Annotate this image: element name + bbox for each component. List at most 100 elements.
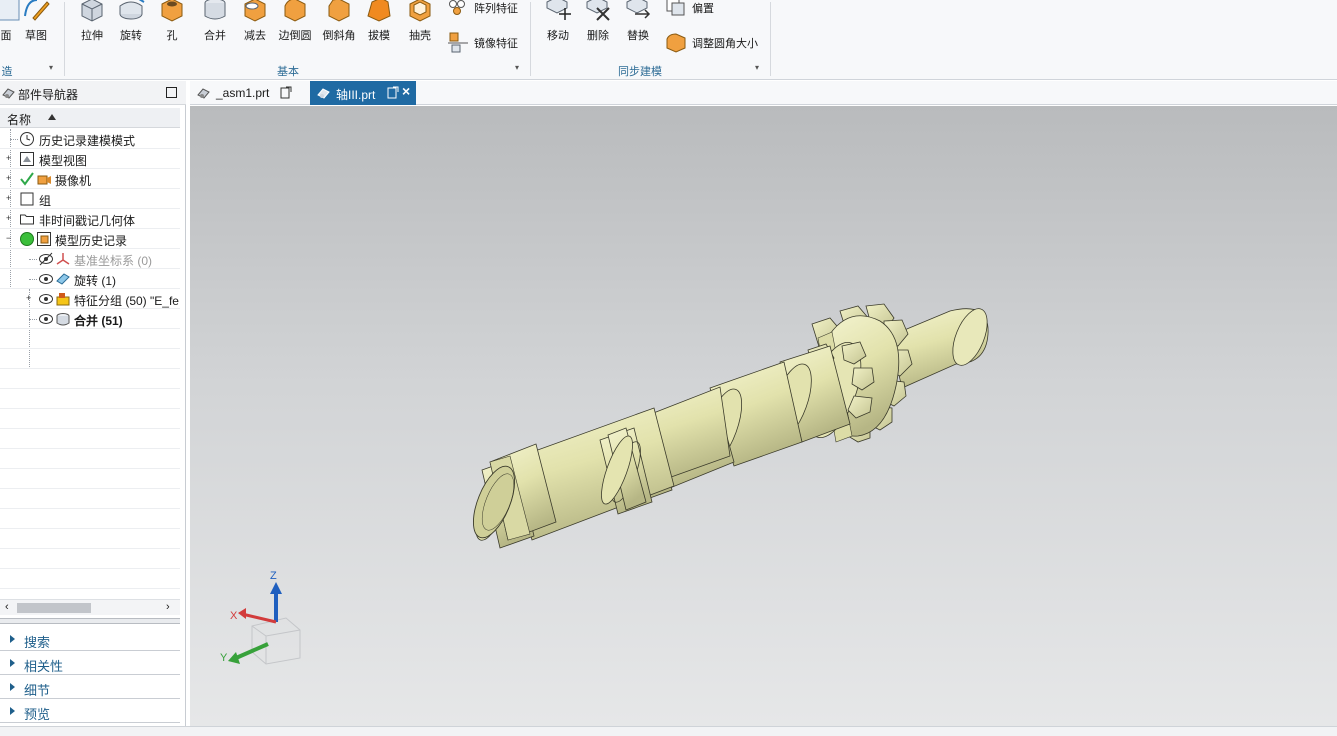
x-axis-arrow — [241, 612, 277, 624]
tree-label: 模型视图 — [39, 154, 88, 168]
move-icon — [546, 0, 571, 20]
sketch-icon — [24, 0, 50, 21]
tree-label: 历史记录建模模式 — [39, 134, 136, 148]
expand-triangle-icon — [10, 659, 15, 667]
sync-group-more-icon[interactable]: ▾ — [755, 63, 759, 72]
tree-row-history-mode[interactable]: 历史记录建模模式 — [0, 129, 180, 149]
tree-label: 特征分组 (50) "E_fe — [74, 294, 179, 308]
shell-tool[interactable]: 抽壳 — [400, 0, 440, 50]
status-bar — [0, 726, 1337, 736]
tree-row-datum-csys[interactable]: 基准坐标系 (0) — [0, 249, 180, 269]
tree-label: 组 — [39, 194, 52, 208]
tree-row-unused-geometry[interactable]: + 非时间戳记几何体 — [0, 209, 180, 229]
eye-icon[interactable] — [38, 291, 54, 307]
panel-search[interactable]: 搜索 — [0, 627, 180, 651]
hole-icon — [161, 0, 183, 22]
chamfer-icon — [328, 0, 350, 22]
empty-row — [0, 449, 180, 469]
collapse-icon[interactable]: − — [6, 234, 13, 243]
maximize-icon[interactable] — [166, 87, 177, 98]
active-status-icon — [20, 232, 34, 246]
scroll-left-icon[interactable]: ‹ — [5, 601, 9, 613]
model-canvas[interactable] — [190, 106, 1337, 726]
panel-splitter[interactable] — [0, 618, 180, 624]
tab-label: _asm1.prt — [216, 86, 270, 100]
expand-triangle-icon — [10, 683, 15, 691]
scrollbar-thumb[interactable] — [17, 603, 91, 613]
scroll-right-icon[interactable]: › — [166, 601, 170, 613]
name-column-header[interactable]: 名称 — [0, 108, 180, 128]
tab-asm1[interactable]: _asm1.prt — [190, 81, 302, 105]
expand-icon[interactable]: + — [6, 154, 13, 163]
part-file-icon — [197, 88, 210, 99]
expand-icon[interactable]: + — [6, 214, 13, 223]
revolve-tool[interactable]: 旋转 — [111, 0, 151, 50]
tab-shaft[interactable]: 轴III.prt × — [310, 81, 416, 105]
sketch-tool[interactable]: 草图 — [16, 0, 56, 50]
panel-dependencies[interactable]: 相关性 — [0, 651, 180, 675]
z-axis-label: Z — [270, 570, 277, 582]
tree-row-feature-group[interactable]: + 特征分组 (50) "E_fe — [0, 289, 180, 309]
panel-details[interactable]: 细节 — [0, 675, 180, 699]
empty-row — [0, 569, 180, 589]
basic-group-title: 基本 — [277, 66, 299, 78]
group-more-icon[interactable]: ▾ — [49, 63, 53, 72]
clock-icon — [20, 132, 34, 146]
eye-icon[interactable] — [38, 311, 54, 327]
sync-group-title: 同步建模 — [618, 66, 662, 78]
ribbon: 面 草图 造 ▾ 拉伸 旋转 孔 合并 减去 边倒圆 倒斜角 拔模 抽壳 阵列特… — [0, 0, 1337, 80]
basic-group-more-icon[interactable]: ▾ — [515, 63, 519, 72]
empty-row — [0, 349, 180, 369]
draft-tool[interactable]: 拔模 — [359, 0, 399, 50]
expand-triangle-icon — [10, 635, 15, 643]
shaft-model[interactable] — [440, 303, 994, 549]
navigator-titlebar: 部件导航器 — [0, 81, 186, 105]
tree-label: 模型历史记录 — [55, 234, 128, 248]
tree-row-model-history[interactable]: − 模型历史记录 — [0, 229, 180, 249]
eye-icon[interactable] — [38, 271, 54, 287]
view-triad[interactable] — [228, 582, 301, 665]
hole-tool[interactable]: 孔 — [152, 0, 192, 50]
model-history-icon — [37, 232, 51, 246]
tree-row-revolve[interactable]: 旋转 (1) — [0, 269, 180, 289]
revolve-feature-icon — [56, 273, 70, 285]
modified-icon — [280, 86, 292, 99]
edge-blend-tool[interactable]: 边倒圆 — [275, 0, 315, 50]
group-icon — [20, 192, 34, 206]
ribbon-separator — [770, 2, 771, 76]
horizontal-scrollbar[interactable]: ‹ › — [0, 599, 180, 615]
panel-label: 相关性 — [24, 659, 64, 674]
empty-row — [0, 589, 180, 599]
tree-label: 合并 (51) — [74, 314, 123, 328]
tree-row-model-views[interactable]: + 模型视图 — [0, 149, 180, 169]
camera-icon — [37, 175, 51, 185]
tree-row-cameras[interactable]: + 摄像机 — [0, 169, 180, 189]
empty-row — [0, 329, 180, 349]
subtract-icon — [244, 0, 266, 22]
hidden-eye-icon[interactable] — [38, 251, 54, 267]
document-tabs: _asm1.prt 轴III.prt × — [190, 81, 1337, 105]
resize-blend-icon — [666, 33, 686, 53]
expand-icon[interactable]: + — [26, 294, 33, 303]
group-title-partial: 造 — [1, 66, 13, 78]
close-icon[interactable]: × — [402, 83, 410, 99]
empty-row — [0, 369, 180, 389]
graphics-viewport[interactable]: Z X Y — [190, 106, 1337, 726]
ribbon-separator — [64, 2, 65, 76]
empty-row — [0, 489, 180, 509]
tree-row-unite[interactable]: 合并 (51) — [0, 309, 180, 329]
part-navigator-icon — [2, 88, 15, 99]
expand-icon[interactable]: + — [6, 194, 13, 203]
offset-icon — [666, 0, 685, 16]
part-navigator: 部件导航器 名称 历史记录建模模式 + 模型视图 + 摄像机 + 组 + 非时间… — [0, 81, 186, 726]
tree-row-groups[interactable]: + 组 — [0, 189, 180, 209]
panel-label: 细节 — [24, 683, 51, 698]
panel-label: 预览 — [24, 707, 51, 722]
empty-row — [0, 509, 180, 529]
replace-tool[interactable]: 替换 — [618, 0, 658, 50]
navigator-title: 部件导航器 — [18, 88, 79, 102]
expand-triangle-icon — [10, 707, 15, 715]
expand-icon[interactable]: + — [6, 174, 13, 183]
panel-preview[interactable]: 预览 — [0, 699, 180, 723]
revolve-icon — [119, 0, 145, 20]
